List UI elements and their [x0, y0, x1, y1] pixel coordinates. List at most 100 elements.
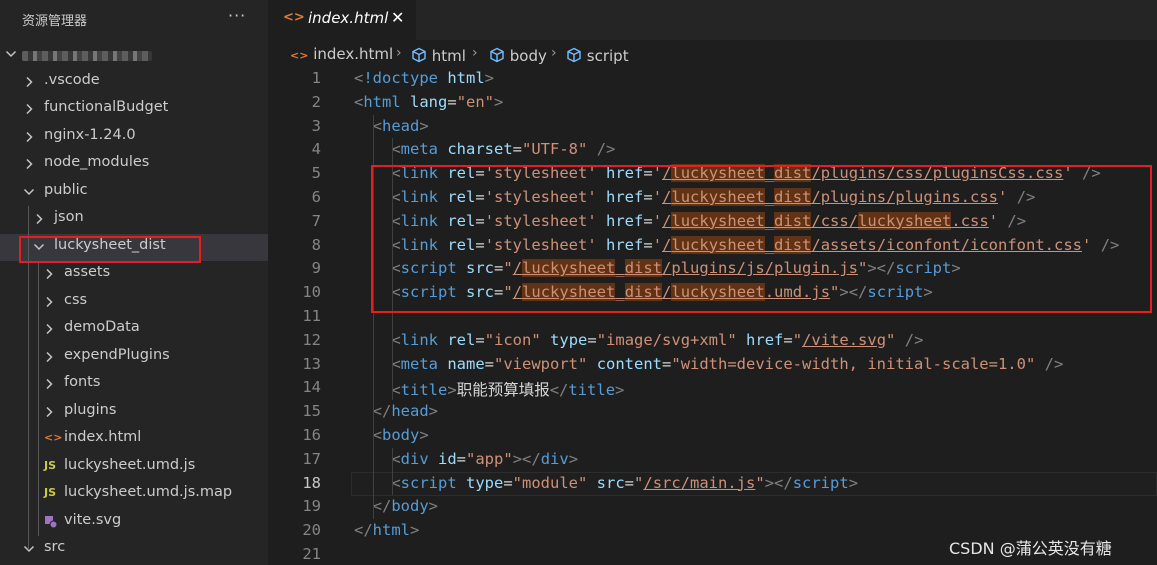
tree-item-label: plugins	[64, 401, 117, 418]
code-token: =	[456, 449, 467, 468]
tree-folder-item[interactable]: functionalBudget	[0, 96, 268, 123]
line-number: 12	[302, 330, 321, 349]
code-token: >	[428, 497, 439, 516]
code-text: <meta charset="UTF-8" />	[354, 140, 615, 158]
code-token: "en"	[456, 92, 495, 111]
tree-folder-item[interactable]: nginx-1.24.0	[0, 124, 268, 151]
code-token: title	[568, 381, 616, 400]
code-line[interactable]: 14 <title>职能预算填报</title>	[268, 376, 1157, 400]
code-token: src	[596, 473, 625, 492]
code-line[interactable]: 17 <div id="app"></div>	[268, 448, 1157, 472]
code-token: </	[372, 402, 392, 421]
tree-item-label: demoData	[64, 319, 140, 335]
annotation-highlight-box	[371, 165, 1152, 313]
code-token: <	[354, 69, 364, 87]
breadcrumb-item-html[interactable]: html	[411, 45, 466, 65]
code-text: <link rel="icon" type="image/svg+xml" hr…	[354, 331, 923, 349]
js-file-icon: JS	[44, 458, 57, 472]
tree-file-item[interactable]: vite.svg	[0, 509, 268, 536]
code-token: "UTF-8"	[522, 140, 588, 159]
code-line[interactable]: 15 </head>	[268, 400, 1157, 424]
code-token: >	[419, 426, 429, 444]
code-line[interactable]: 4 <meta charset="UTF-8" />	[268, 138, 1157, 162]
code-line[interactable]: 1 <!doctype html>	[268, 67, 1157, 91]
tree-file-item[interactable]: JS luckysheet.umd.js.map	[0, 481, 268, 508]
line-number: 17	[302, 449, 321, 468]
code-token: link	[400, 330, 448, 349]
breadcrumb: <> index.html › html › body › script	[268, 43, 1157, 67]
tree-folder-item[interactable]: demoData	[0, 316, 268, 343]
chevron-right-icon	[32, 211, 46, 227]
code-token: rel	[447, 330, 476, 349]
breadcrumb-label: html	[431, 47, 466, 65]
code-text: </head>	[354, 402, 438, 420]
tree-item-label: json	[54, 209, 84, 225]
code-token: body	[391, 497, 429, 516]
tree-folder-item[interactable]: .vscode	[0, 69, 268, 96]
code-token: >	[568, 449, 579, 468]
code-line[interactable]: 12 <link rel="icon" type="image/svg+xml"…	[268, 329, 1157, 353]
code-token: "viewport"	[494, 354, 588, 373]
close-icon[interactable]: ✕	[391, 8, 404, 27]
redacted-folder-name	[22, 51, 152, 61]
code-line[interactable]: 13 <meta name="viewport" content="width=…	[268, 353, 1157, 377]
tree-folder-item[interactable]: assets	[0, 261, 268, 288]
tree-file-item[interactable]: JS luckysheet.umd.js	[0, 454, 268, 481]
line-number: 18	[302, 473, 321, 492]
code-token: html	[447, 69, 485, 87]
code-token: =	[475, 330, 485, 349]
line-number: 5	[311, 164, 321, 183]
chevron-down-icon	[22, 541, 36, 557]
tab-index-html[interactable]: <> index.html ✕	[268, 0, 416, 40]
tree-folder-item[interactable]: json	[0, 206, 268, 233]
code-token: "app"	[466, 449, 513, 468]
chevron-right-icon: ›	[551, 45, 557, 61]
breadcrumb-item-script[interactable]: script	[566, 45, 629, 65]
code-line[interactable]: 19 </body>	[268, 495, 1157, 519]
tree-file-item[interactable]: <> index.html	[0, 426, 268, 453]
code-line[interactable]: 2 <html lang="en">	[268, 91, 1157, 115]
tree-folder-item[interactable]	[0, 41, 268, 68]
chevron-right-icon	[42, 376, 56, 392]
chevron-right-icon	[22, 129, 36, 145]
code-token: href	[746, 330, 784, 349]
tree-item-label: expendPlugins	[64, 346, 170, 363]
code-token: />	[596, 140, 616, 159]
tree-folder-item[interactable]: public	[0, 179, 268, 206]
code-token: id	[438, 449, 457, 468]
code-token: />	[904, 330, 924, 349]
code-token: body	[382, 426, 420, 444]
line-number: 8	[311, 235, 321, 254]
code-text: <meta name="viewport" content="width=dev…	[354, 355, 1063, 373]
code-token: =	[587, 330, 597, 349]
code-token: ></	[764, 473, 793, 492]
code-token: />	[1044, 354, 1064, 373]
tree-folder-item[interactable]: src	[0, 536, 268, 563]
code-token: >	[848, 473, 859, 492]
chevron-right-icon	[42, 266, 56, 282]
code-token: name	[447, 354, 485, 373]
svg-file-icon	[44, 515, 58, 532]
code-line[interactable]: 16 <body>	[268, 424, 1157, 448]
tree-folder-item[interactable]: css	[0, 289, 268, 316]
tree-folder-item[interactable]: node_modules	[0, 151, 268, 178]
breadcrumb-file-label: index.html	[313, 45, 394, 63]
code-token: "	[755, 473, 765, 492]
line-number: 7	[311, 211, 321, 230]
breadcrumb-file[interactable]: <> index.html	[290, 45, 393, 63]
html-file-icon: <>	[290, 49, 309, 62]
code-line[interactable]: 18 <script type="module" src="/src/main.…	[268, 472, 1157, 496]
code-token: <	[354, 92, 364, 111]
tree-folder-item[interactable]: expendPlugins	[0, 344, 268, 371]
code-line[interactable]: 3 <head>	[268, 115, 1157, 139]
code-token: meta	[400, 354, 448, 373]
breadcrumb-item-body[interactable]: body	[489, 45, 547, 65]
tree-folder-item[interactable]: plugins	[0, 399, 268, 426]
tree-folder-item[interactable]: fonts	[0, 371, 268, 398]
more-actions-icon[interactable]: ···	[228, 6, 246, 25]
line-number: 13	[302, 354, 321, 373]
tree-item-label: vite.svg	[64, 511, 122, 528]
